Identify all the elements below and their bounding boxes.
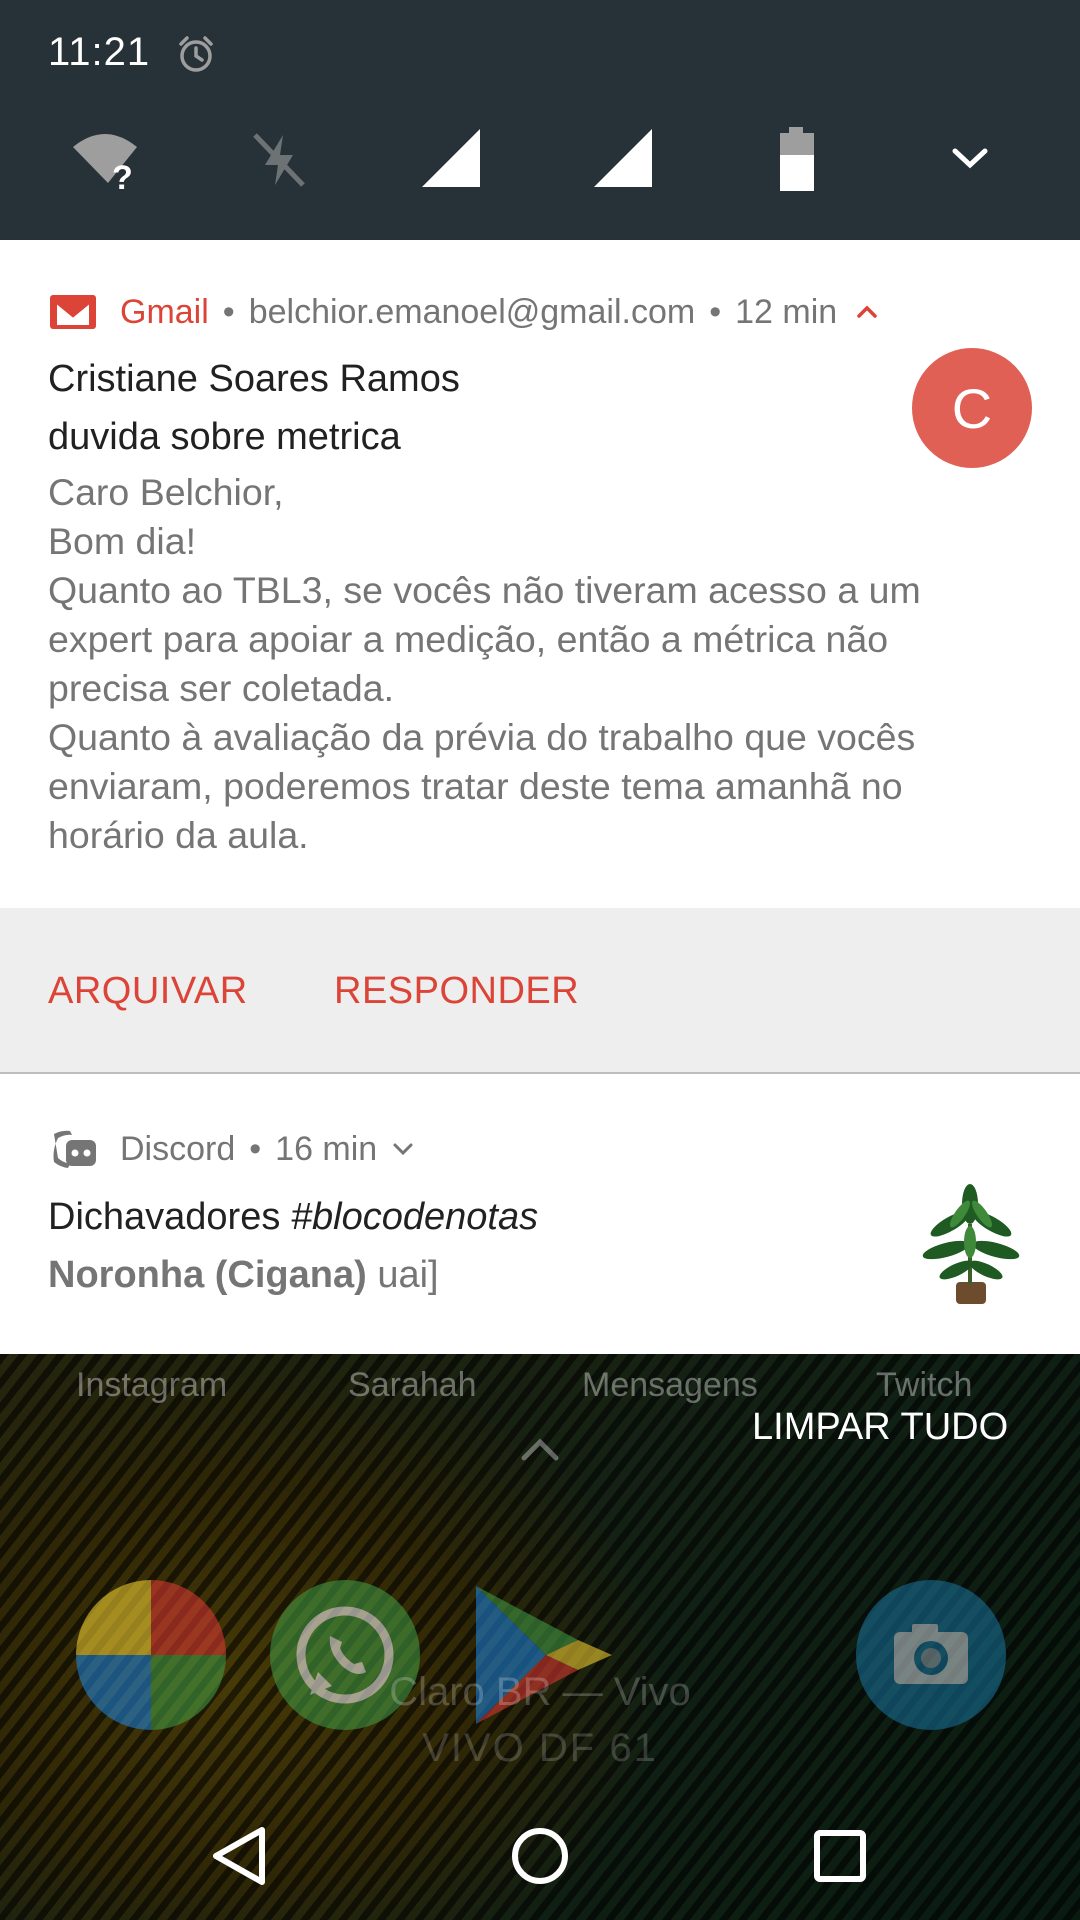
navigation-bar xyxy=(0,1786,1080,1920)
app-drawer-chevron-icon xyxy=(521,1438,559,1461)
account-email: belchior.emanoel@gmail.com xyxy=(248,292,696,331)
separator: • xyxy=(222,292,235,331)
channel-name: #blocodenotas xyxy=(290,1196,539,1238)
sender-name: Cristiane Soares Ramos xyxy=(48,358,460,400)
separator: • xyxy=(249,1129,262,1168)
gmail-notification[interactable]: Gmail • belchior.emanoel@gmail.com • 12 … xyxy=(0,240,1080,1076)
status-clock: 11:21 xyxy=(48,30,151,74)
wifi-unknown-icon[interactable]: ? xyxy=(70,125,140,195)
carrier-text: VIVO DF 61 xyxy=(422,1726,658,1770)
discord-notification[interactable]: Discord • 16 min Dichavadores #blocodeno… xyxy=(0,1076,1080,1354)
app-label-instagram: Instagram xyxy=(76,1366,228,1404)
collapse-chevron-icon[interactable] xyxy=(855,300,879,324)
mobile-data-off-icon[interactable] xyxy=(245,125,315,195)
reply-button[interactable]: RESPONDER xyxy=(334,908,579,1074)
expand-chevron-icon[interactable] xyxy=(391,1137,415,1161)
discord-icon xyxy=(53,1130,96,1168)
separator: • xyxy=(709,292,722,331)
recents-icon[interactable] xyxy=(800,1816,880,1896)
notification-time: 16 min xyxy=(275,1129,378,1168)
archive-button[interactable]: ARQUIVAR xyxy=(48,908,248,1074)
battery-icon[interactable] xyxy=(762,125,832,195)
notification-actions: ARQUIVAR RESPONDER xyxy=(0,908,1080,1074)
body-line: Bom dia! xyxy=(48,520,196,562)
plant-avatar-icon xyxy=(911,1184,1031,1307)
body-line: Quanto ao TBL3, se vocês não tiveram ace… xyxy=(48,569,921,611)
signal-icon[interactable] xyxy=(418,125,488,195)
expand-chevron-icon[interactable] xyxy=(935,125,1005,195)
message-author: Noronha (Cigana) xyxy=(48,1254,367,1296)
notification-header: Gmail • belchior.emanoel@gmail.com • 12 … xyxy=(48,290,879,334)
server-name: Dichavadores xyxy=(48,1196,281,1238)
notification-header: Discord • 16 min xyxy=(48,1126,415,1172)
body-line: expert para apoiar a medição, então a mé… xyxy=(48,618,889,660)
body-line: precisa ser coletada. xyxy=(48,667,395,709)
home-icon[interactable] xyxy=(500,1816,580,1896)
app-name: Discord xyxy=(120,1129,236,1168)
back-icon[interactable] xyxy=(200,1816,280,1896)
body-line: horário da aula. xyxy=(48,814,309,856)
app-label-twitch: Twitch xyxy=(876,1366,973,1404)
alarm-icon xyxy=(179,36,213,72)
clear-all-button[interactable]: LIMPAR TUDO xyxy=(752,1406,1008,1449)
gmail-icon xyxy=(50,295,96,329)
carrier-text: Claro BR — Vivo xyxy=(389,1670,691,1714)
email-body: Caro Belchior, Bom dia! Quanto ao TBL3, … xyxy=(48,468,1038,860)
app-name: Gmail xyxy=(120,292,209,331)
body-line: enviaram, poderemos tratar deste tema am… xyxy=(48,765,903,807)
conversation-title: Dichavadores #blocodenotas xyxy=(48,1196,538,1239)
app-label-sarahah: Sarahah xyxy=(348,1366,477,1404)
avatar: C xyxy=(912,348,1032,468)
body-line: Quanto à avaliação da prévia do trabalho… xyxy=(48,716,916,758)
signal-icon[interactable] xyxy=(590,125,660,195)
app-label-mensagens: Mensagens xyxy=(582,1366,758,1404)
body-line: Caro Belchior, xyxy=(48,471,284,513)
quick-settings-shade: 11:21 ? xyxy=(0,0,1080,240)
message-preview: Noronha (Cigana) uai] xyxy=(48,1254,439,1297)
message-text: uai] xyxy=(377,1254,439,1296)
svg-text:?: ? xyxy=(112,159,133,195)
notification-time: 12 min xyxy=(735,292,838,331)
email-subject: duvida sobre metrica xyxy=(48,416,401,458)
